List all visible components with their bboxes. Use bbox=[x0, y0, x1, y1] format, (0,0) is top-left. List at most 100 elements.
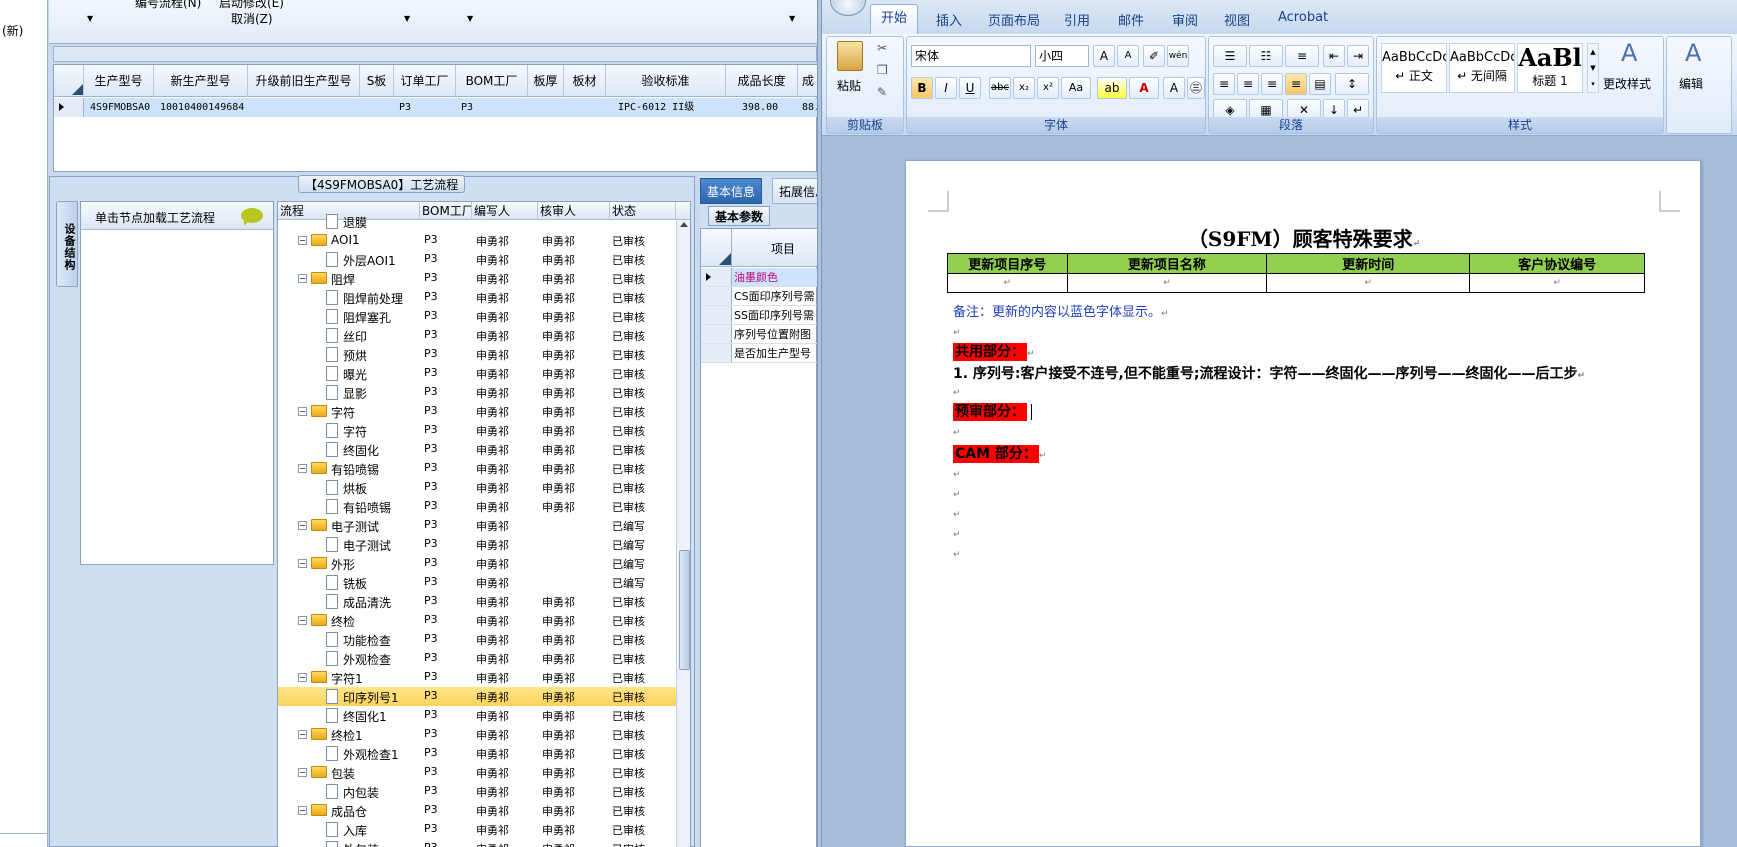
cell[interactable]: 10010400149684 bbox=[157, 98, 249, 117]
collapse-toggle-icon[interactable]: − bbox=[298, 673, 307, 682]
tree-step-row[interactable]: 铣板 P3 申勇祁 已编写 bbox=[278, 573, 676, 592]
numbering-icon[interactable]: ☷ bbox=[1249, 45, 1283, 67]
tab-review[interactable]: 审阅 bbox=[1172, 10, 1198, 29]
decrease-indent-icon[interactable]: ⇤ bbox=[1323, 45, 1345, 67]
scroll-thumb[interactable] bbox=[679, 550, 690, 670]
empty-paragraph[interactable]: ↵ bbox=[953, 485, 961, 501]
cell[interactable]: IPC-6012 II级 bbox=[615, 98, 725, 117]
shrink-font-icon[interactable]: A bbox=[1117, 45, 1139, 67]
change-styles-icon[interactable]: A bbox=[1621, 39, 1637, 67]
collapse-toggle-icon[interactable]: − bbox=[298, 730, 307, 739]
col-header[interactable]: 升级前旧生产型号 bbox=[248, 65, 360, 97]
tree-step-row[interactable]: 外观检查 P3 申勇祁 申勇祁 已审核 bbox=[278, 649, 676, 668]
paste-icon[interactable] bbox=[837, 41, 863, 71]
align-center-icon[interactable]: ≡ bbox=[1237, 73, 1259, 95]
document-page[interactable]: （S9FM）顾客特殊要求↵ 更新项目序号 更新项目名称 更新时间 客户协议编号 … bbox=[905, 160, 1701, 847]
tree-step-row[interactable]: 曝光 P3 申勇祁 申勇祁 已审核 bbox=[278, 364, 676, 383]
table-header[interactable]: 更新时间 bbox=[1266, 253, 1471, 274]
cut-icon[interactable]: ✂ bbox=[877, 41, 887, 55]
superscript-icon[interactable]: x² bbox=[1037, 77, 1059, 99]
increase-indent-icon[interactable]: ⇥ bbox=[1347, 45, 1369, 67]
collapse-toggle-icon[interactable]: − bbox=[298, 464, 307, 473]
table-header[interactable]: 客户协议编号 bbox=[1469, 253, 1645, 274]
tree-folder-row[interactable]: − 终检 P3 申勇祁 申勇祁 已审核 bbox=[278, 611, 676, 630]
format-painter-icon[interactable]: ✎ bbox=[877, 85, 887, 99]
subscript-icon[interactable]: x₂ bbox=[1013, 77, 1035, 99]
collapse-toggle-icon[interactable]: − bbox=[298, 521, 307, 530]
tree-step-row[interactable]: 预烘 P3 申勇祁 申勇祁 已审核 bbox=[278, 345, 676, 364]
tree-folder-row[interactable]: − 字符1 P3 申勇祁 申勇祁 已审核 bbox=[278, 668, 676, 687]
highlight-icon[interactable]: ab bbox=[1097, 77, 1127, 99]
strikethrough-icon[interactable]: abc bbox=[989, 77, 1011, 99]
tab-references[interactable]: 引用 bbox=[1064, 10, 1090, 29]
col-header[interactable]: 新生产型号 bbox=[154, 65, 248, 97]
tree-step-row[interactable]: 印序列号1 P3 申勇祁 申勇祁 已审核 bbox=[278, 687, 676, 706]
col-header[interactable]: 验收标准 bbox=[606, 65, 726, 97]
cell[interactable]: P3 bbox=[396, 98, 456, 117]
find-icon[interactable]: A bbox=[1685, 39, 1701, 67]
line-spacing-icon[interactable]: ↕ bbox=[1335, 73, 1369, 95]
col-header[interactable]: 订单工厂 bbox=[394, 65, 456, 97]
col-header[interactable]: 成 bbox=[798, 65, 818, 97]
empty-paragraph[interactable]: ↵ bbox=[953, 465, 961, 481]
phonetic-icon[interactable]: wén bbox=[1167, 45, 1189, 67]
tab-mailings[interactable]: 邮件 bbox=[1118, 10, 1144, 29]
info-row[interactable]: SS面印序列号需 bbox=[701, 306, 818, 325]
tree-step-row[interactable]: 入库 P3 申勇祁 申勇祁 已审核 bbox=[278, 820, 676, 839]
common-heading[interactable]: 共用部分： ↵ bbox=[953, 341, 1035, 361]
collapse-toggle-icon[interactable]: − bbox=[298, 806, 307, 815]
collapse-toggle-icon[interactable]: − bbox=[298, 559, 307, 568]
col-header[interactable]: 成品长度 bbox=[726, 65, 798, 97]
clear-format-icon[interactable]: ✐ bbox=[1143, 45, 1165, 67]
collapse-toggle-icon[interactable]: − bbox=[298, 616, 307, 625]
grow-font-icon[interactable]: A bbox=[1093, 45, 1115, 67]
tree-step-row[interactable]: 退膜 bbox=[278, 212, 676, 231]
paste-button[interactable]: 粘贴 bbox=[837, 77, 861, 94]
tab-home[interactable]: 开始 bbox=[870, 4, 919, 34]
tree-step-row[interactable]: 外包装 P3 申勇祁 申勇祁 已审核 bbox=[278, 839, 676, 847]
cell[interactable]: P3 bbox=[458, 98, 528, 117]
tree-step-row[interactable]: 字符 P3 申勇祁 申勇祁 已审核 bbox=[278, 421, 676, 440]
tree-step-row[interactable]: 烘板 P3 申勇祁 申勇祁 已审核 bbox=[278, 478, 676, 497]
row-selector[interactable] bbox=[54, 98, 84, 117]
tree-step-row[interactable]: 终固化1 P3 申勇祁 申勇祁 已审核 bbox=[278, 706, 676, 725]
tree-step-row[interactable]: 阻焊塞孔 P3 申勇祁 申勇祁 已审核 bbox=[278, 307, 676, 326]
table-header[interactable]: 更新项目序号 bbox=[947, 253, 1068, 274]
update-table[interactable]: 更新项目序号 更新项目名称 更新时间 客户协议编号 ↵ ↵ ↵ ↵ bbox=[947, 253, 1645, 293]
tree-step-row[interactable]: 丝印 P3 申勇祁 申勇祁 已审核 bbox=[278, 326, 676, 345]
chevron-down-icon[interactable]: ▼ bbox=[467, 14, 473, 23]
font-color-icon[interactable]: A bbox=[1129, 77, 1159, 99]
bold-icon[interactable]: B bbox=[911, 77, 933, 99]
font-size-combo[interactable]: 小四 bbox=[1035, 45, 1089, 67]
side-tab-equipment[interactable]: 设备结构 bbox=[56, 201, 78, 287]
empty-paragraph[interactable]: ↵ bbox=[953, 545, 961, 561]
tree-step-row[interactable]: 成品清洗 P3 申勇祁 申勇祁 已审核 bbox=[278, 592, 676, 611]
info-row[interactable]: CS面印序列号需 bbox=[701, 287, 818, 306]
tree-step-row[interactable]: 显影 P3 申勇祁 申勇祁 已审核 bbox=[278, 383, 676, 402]
empty-paragraph[interactable]: ↵ bbox=[953, 525, 961, 541]
tree-step-row[interactable]: 电子测试 P3 申勇祁 已编写 bbox=[278, 535, 676, 554]
pre-review-heading[interactable]: 预审部分： bbox=[953, 401, 1032, 421]
col-header[interactable]: S板 bbox=[360, 65, 394, 97]
tree-step-row[interactable]: 终固化 P3 申勇祁 申勇祁 已审核 bbox=[278, 440, 676, 459]
empty-paragraph[interactable]: ↵ bbox=[953, 323, 961, 339]
table-cell[interactable]: ↵ bbox=[947, 273, 1068, 293]
tree-step-row[interactable]: 功能检查 P3 申勇祁 申勇祁 已审核 bbox=[278, 630, 676, 649]
style-no-spacing[interactable]: AaBbCcDc ↵ 无间隔 bbox=[1449, 43, 1515, 93]
col-header[interactable]: 生产型号 bbox=[84, 65, 154, 97]
info-row[interactable]: 序列号位置附图 bbox=[701, 325, 818, 344]
bullets-icon[interactable]: ☰ bbox=[1213, 45, 1247, 67]
font-name-combo[interactable]: 宋体 bbox=[911, 45, 1031, 67]
italic-icon[interactable]: I bbox=[935, 77, 957, 99]
table-header[interactable]: 更新项目名称 bbox=[1066, 253, 1268, 274]
table-cell[interactable]: ↵ bbox=[1066, 273, 1268, 293]
collapse-toggle-icon[interactable]: − bbox=[298, 407, 307, 416]
cam-heading[interactable]: CAM 部分： ↵ bbox=[953, 443, 1046, 463]
col-header[interactable]: 板厚 bbox=[528, 65, 564, 97]
chevron-down-icon[interactable]: ▼ bbox=[404, 14, 410, 23]
tree-step-row[interactable]: 内包装 P3 申勇祁 申勇祁 已审核 bbox=[278, 782, 676, 801]
tab-page-layout[interactable]: 页面布局 bbox=[988, 10, 1040, 29]
empty-paragraph[interactable]: ↵ bbox=[953, 383, 961, 399]
justify-icon[interactable]: ≡ bbox=[1285, 73, 1307, 95]
collapse-toggle-icon[interactable]: − bbox=[298, 236, 307, 245]
